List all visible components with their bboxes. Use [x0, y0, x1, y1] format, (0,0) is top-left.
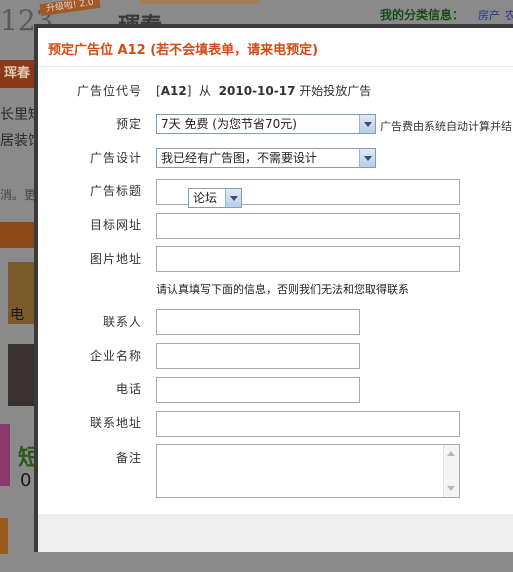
- target-url-input[interactable]: [156, 213, 460, 239]
- contact-input[interactable]: [156, 309, 360, 335]
- phone-input[interactable]: [156, 377, 360, 403]
- category-label: 我的分类信息：: [380, 8, 465, 22]
- ad-title-label: 广告标题: [89, 184, 142, 198]
- address-input[interactable]: [156, 411, 460, 437]
- reserve-label: 预定: [115, 117, 142, 131]
- ad-start-date: 2010-10-17: [218, 84, 296, 98]
- ad-start-suffix: 开始投放广告: [299, 84, 372, 98]
- side-text-3: 消。更: [0, 188, 37, 202]
- tile-text: 电: [10, 307, 24, 323]
- reserve-selected-value: 7天 免费 (为您节省70元): [161, 117, 297, 131]
- chevron-down-icon[interactable]: [359, 149, 375, 167]
- remark-scrollbar[interactable]: [443, 445, 459, 497]
- target-url-label: 目标网址: [89, 218, 142, 232]
- city-tab[interactable]: 珲春: [0, 60, 38, 88]
- company-label: 企业名称: [89, 349, 142, 363]
- chevron-down-icon[interactable]: [359, 115, 375, 133]
- design-selected-value: 我已经有广告图，不需要设计: [161, 151, 318, 165]
- tile-ad-3[interactable]: [0, 424, 10, 486]
- phone-label: 电话: [115, 382, 142, 396]
- reserve-duration-select[interactable]: 7天 免费 (为您节省70元): [156, 114, 376, 134]
- header-decoration: [140, 0, 260, 4]
- company-input[interactable]: [156, 343, 360, 369]
- zero-text: 0: [20, 470, 32, 491]
- contact-label: 联系人: [102, 315, 142, 329]
- image-url-label: 图片地址: [89, 252, 142, 266]
- remark-label: 备注: [115, 451, 142, 465]
- design-option-select[interactable]: 我已经有广告图，不需要设计: [156, 148, 376, 168]
- upgrade-badge: 升级啦! 2.0: [39, 0, 101, 17]
- image-url-input[interactable]: [156, 246, 460, 272]
- ad-code-info: [A12] 从 2010-10-17 开始投放广告: [156, 84, 372, 98]
- tile-ad-2[interactable]: [8, 344, 34, 406]
- orange-button[interactable]: [0, 518, 8, 554]
- forum-selected-value: 论坛: [193, 191, 218, 205]
- ad-code-value: A12: [160, 84, 187, 98]
- reserve-ad-dialog: 预定广告位 A12 (若不会填表单，请来电预定) 广告位代号 [A12] 从 2…: [34, 24, 513, 552]
- dialog-footer: [38, 514, 513, 552]
- chevron-down-icon[interactable]: [225, 189, 241, 207]
- forum-category-select[interactable]: 论坛: [188, 188, 242, 208]
- orange-strip: [0, 222, 34, 248]
- ad-code-from: 从: [199, 84, 212, 98]
- title-divider: [38, 66, 513, 67]
- remark-textarea[interactable]: [156, 444, 460, 498]
- address-label: 联系地址: [89, 416, 142, 430]
- design-label: 广告设计: [89, 151, 142, 165]
- scroll-up-icon[interactable]: [447, 451, 455, 456]
- scroll-down-icon[interactable]: [447, 486, 455, 491]
- category-link-farm[interactable]: 农: [505, 7, 513, 23]
- ad-code-label: 广告位代号: [76, 84, 142, 98]
- reserve-note: 广告费由系统自动计算并结: [380, 120, 512, 133]
- contact-notice: 请认真填写下面的信息，否则我们无法和您取得联系: [156, 283, 409, 296]
- dialog-title: 预定广告位 A12 (若不会填表单，请来电预定): [48, 43, 319, 58]
- category-link-house[interactable]: 房产: [478, 7, 500, 23]
- tile-ad-1[interactable]: 电: [8, 262, 34, 324]
